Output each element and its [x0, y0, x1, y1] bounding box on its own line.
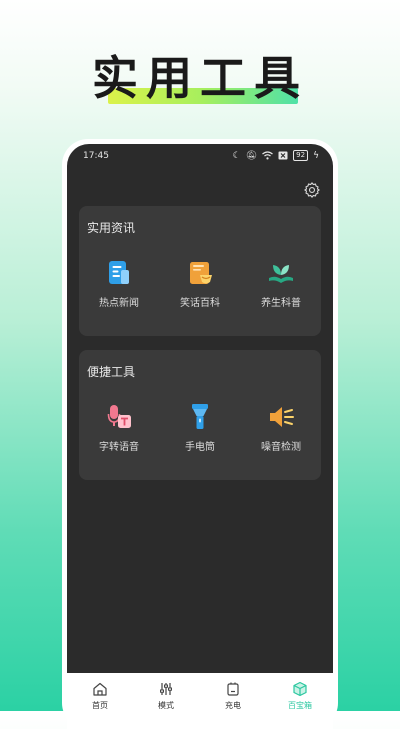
phone-frame: 17:45 ☾ 🔕︎ 92 ϟ 实用资讯 热点新闻 笑话百科 养生科普 便捷工具…	[62, 139, 338, 729]
section-title: 便捷工具	[87, 365, 136, 379]
tool-label: 字转语音	[99, 442, 139, 453]
joke-book-icon	[190, 262, 212, 284]
tab-label: 充电	[225, 701, 241, 710]
tool-label: 热点新闻	[99, 298, 139, 309]
tab-mode[interactable]: 模式	[133, 681, 199, 711]
flashlight-icon	[192, 404, 208, 429]
toolbox-icon	[293, 681, 307, 697]
section-title: 实用资讯	[87, 221, 136, 235]
charging-bolt-icon: ϟ	[313, 150, 319, 161]
tool-hot-news[interactable]: 热点新闻	[79, 258, 159, 309]
mute-icon: 🔕︎	[245, 150, 258, 161]
wifi-icon	[262, 151, 274, 160]
hero: 实用工具	[0, 42, 400, 108]
tab-label: 模式	[158, 701, 174, 710]
tab-toolbox[interactable]: 百宝箱	[267, 681, 333, 711]
news-icon	[109, 261, 129, 284]
tool-label: 养生科普	[261, 298, 301, 309]
tool-text-to-speech[interactable]: 字转语音	[79, 402, 159, 453]
app-screen: 17:45 ☾ 🔕︎ 92 ϟ 实用资讯 热点新闻 笑话百科 养生科普 便捷工具…	[67, 144, 333, 729]
status-icons: ☾ 🔕︎ 92 ϟ	[233, 150, 319, 161]
tool-joke-encyclopedia[interactable]: 笑话百科	[160, 258, 240, 309]
sliders-icon	[160, 683, 172, 695]
section-convenient-tools: 便捷工具 字转语音 手电筒 噪音检测	[79, 350, 321, 480]
tool-label: 笑话百科	[180, 298, 220, 309]
home-icon	[93, 682, 107, 696]
section-practical-info: 实用资讯 热点新闻 笑话百科 养生科普	[79, 206, 321, 336]
bottom-tab-bar: 首页 模式 充电 百宝箱	[67, 673, 333, 729]
tool-label: 手电筒	[185, 442, 215, 453]
tool-noise-detection[interactable]: 噪音检测	[241, 402, 321, 453]
health-leaf-icon	[269, 265, 293, 283]
status-bar: 17:45 ☾ 🔕︎ 92 ϟ	[67, 144, 333, 168]
text-to-speech-icon	[107, 405, 131, 428]
no-sim-icon	[278, 151, 288, 160]
battery-indicator: 92	[293, 150, 309, 161]
tool-flashlight[interactable]: 手电筒	[160, 402, 240, 453]
settings-gear-icon[interactable]	[303, 181, 321, 199]
status-time: 17:45	[83, 151, 109, 161]
tab-label: 百宝箱	[288, 701, 312, 710]
hero-title: 实用工具	[92, 51, 308, 105]
tab-charge[interactable]: 充电	[200, 681, 266, 711]
battery-charge-icon	[227, 682, 239, 696]
tool-health-science[interactable]: 养生科普	[241, 258, 321, 309]
noise-meter-icon	[270, 407, 294, 427]
tab-label: 首页	[92, 701, 108, 710]
tab-home[interactable]: 首页	[67, 681, 133, 711]
moon-icon: ☾	[232, 150, 241, 161]
tool-label: 噪音检测	[261, 442, 301, 453]
